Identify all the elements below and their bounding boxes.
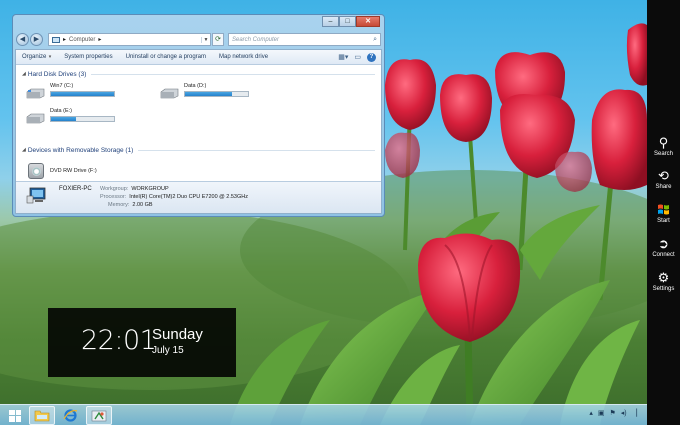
removable-storage-group-header[interactable]: ◢ Devices with Removable Storage (1) bbox=[22, 145, 381, 155]
workgroup-row: Workgroup: WORKGROUP bbox=[100, 186, 169, 192]
search-icon: ⚲ bbox=[658, 135, 669, 150]
taskbar-control-panel[interactable] bbox=[86, 406, 112, 425]
charm-connect[interactable]: ➲ Connect bbox=[647, 235, 680, 265]
forward-button[interactable]: ▶ bbox=[30, 33, 43, 46]
arrow-left-icon: ◀ bbox=[19, 36, 26, 43]
collapse-triangle-icon[interactable]: ◢ bbox=[22, 147, 26, 153]
drive-label: Data (D:) bbox=[184, 83, 207, 89]
breadcrumb-computer[interactable]: Computer bbox=[69, 37, 95, 43]
internet-explorer-icon bbox=[62, 409, 77, 422]
computer-icon bbox=[52, 36, 60, 43]
pc-name: FOXIER-PC bbox=[59, 186, 92, 192]
charm-start[interactable]: Start bbox=[647, 201, 680, 231]
breadcrumb-arrow-icon[interactable]: ▸ bbox=[98, 36, 101, 43]
back-button[interactable]: ◀ bbox=[16, 33, 29, 46]
drive-label: Win7 (C:) bbox=[50, 83, 74, 89]
drive-usage-bar bbox=[50, 91, 115, 97]
preview-pane-icon[interactable]: ▭ bbox=[354, 53, 361, 61]
connect-icon: ➲ bbox=[658, 236, 669, 251]
clock-date: July 15 bbox=[152, 345, 184, 356]
details-pane: FOXIER-PC Workgroup: WORKGROUP Processor:… bbox=[16, 181, 381, 213]
uninstall-program-button[interactable]: Uninstall or change a program bbox=[126, 54, 206, 60]
control-panel-icon bbox=[91, 410, 107, 421]
drive-usage-bar bbox=[184, 91, 249, 97]
drive-label: Data (E:) bbox=[50, 108, 73, 114]
taskbar: ▴ ▣ ⚑ ◂) ▕ bbox=[0, 404, 647, 425]
collapse-triangle-icon[interactable]: ◢ bbox=[22, 71, 26, 77]
network-icon[interactable]: ▣ bbox=[598, 409, 605, 417]
charm-label: Search bbox=[653, 151, 673, 157]
refresh-icon: ⟳ bbox=[215, 36, 221, 43]
view-controls: ▦▾ ▭ ? bbox=[332, 52, 381, 62]
explorer-content: Organize ▾ System properties Uninstall o… bbox=[15, 49, 382, 214]
drive-usage-fill bbox=[185, 92, 233, 96]
map-network-drive-button[interactable]: Map network drive bbox=[219, 54, 268, 60]
change-view-icon[interactable]: ▦▾ bbox=[338, 53, 348, 61]
refresh-button[interactable]: ⟳ bbox=[212, 33, 224, 46]
charm-share[interactable]: ⟲ Share bbox=[647, 167, 680, 197]
folder-icon bbox=[34, 410, 50, 422]
maximize-button[interactable]: □ bbox=[339, 16, 356, 27]
search-placeholder: Search Computer bbox=[232, 36, 280, 43]
navigation-bar: ◀ ▶ ▸ Computer ▸ ▼ ⟳ Search Computer ⌕ bbox=[16, 32, 381, 47]
help-icon[interactable]: ? bbox=[367, 52, 376, 62]
charm-search[interactable]: ⚲ Search bbox=[647, 134, 680, 164]
address-bar[interactable]: ▸ Computer ▸ ▼ bbox=[48, 33, 211, 46]
system-properties-button[interactable]: System properties bbox=[64, 54, 112, 60]
close-button[interactable]: ✕ bbox=[356, 16, 380, 27]
dvd-drive-icon bbox=[28, 163, 44, 179]
charm-label: Connect bbox=[652, 252, 675, 258]
clock-day: Sunday bbox=[152, 326, 203, 343]
search-input[interactable]: Search Computer ⌕ bbox=[228, 33, 381, 46]
search-icon: ⌕ bbox=[373, 35, 377, 43]
charm-label: Settings bbox=[652, 286, 675, 292]
memory-row: Memory: 2.00 GB bbox=[108, 202, 153, 208]
computer-monitor-icon bbox=[26, 187, 46, 204]
drive-e[interactable]: Data (E:) bbox=[26, 108, 136, 130]
explorer-window: – □ ✕ ◀ ▶ ▸ Computer ▸ ▼ ⟳ Search Comput… bbox=[12, 14, 385, 217]
charm-label: Start bbox=[657, 218, 670, 224]
drive-c[interactable]: Win7 (C:) bbox=[26, 83, 136, 105]
drive-d[interactable]: Data (D:) bbox=[160, 83, 270, 105]
windows-drive-icon bbox=[26, 88, 45, 99]
breadcrumb-arrow-icon[interactable]: ▸ bbox=[63, 36, 66, 43]
gear-icon: ⚙ bbox=[657, 270, 670, 285]
window-caption-buttons: – □ ✕ bbox=[322, 16, 380, 27]
taskbar-internet-explorer[interactable] bbox=[57, 406, 83, 425]
start-button[interactable] bbox=[2, 406, 28, 425]
processor-row: Processor: Intel(R) Core(TM)2 Duo CPU E72… bbox=[100, 194, 248, 200]
dvd-drive-label: DVD RW Drive (F:) bbox=[50, 168, 97, 174]
flag-icon[interactable]: ⚑ bbox=[609, 409, 615, 417]
system-tray: ▴ ▣ ⚑ ◂) ▕ bbox=[584, 409, 637, 417]
dropdown-arrow-icon: ▾ bbox=[47, 54, 52, 60]
drive-usage-fill bbox=[51, 117, 77, 121]
drive-usage-fill bbox=[51, 92, 114, 96]
hard-disk-group-header[interactable]: ◢ Hard Disk Drives (3) bbox=[22, 69, 381, 79]
hard-drive-icon bbox=[26, 113, 45, 124]
minimize-button[interactable]: – bbox=[322, 16, 339, 27]
arrow-right-icon: ▶ bbox=[33, 36, 40, 43]
date-time-overlay: 22:01 Sunday July 15 bbox=[48, 308, 236, 377]
charms-bar: ⚲ Search ⟲ Share Start ➲ Connect ⚙ Setti… bbox=[647, 0, 680, 425]
address-dropdown-icon[interactable]: ▼ bbox=[201, 36, 210, 43]
drive-usage-bar bbox=[50, 116, 115, 122]
command-bar: Organize ▾ System properties Uninstall o… bbox=[16, 50, 381, 65]
charm-label: Share bbox=[655, 184, 672, 190]
hard-drive-icon bbox=[160, 88, 179, 99]
windows-flag-icon bbox=[658, 204, 669, 215]
charm-settings[interactable]: ⚙ Settings bbox=[647, 269, 680, 299]
organize-button[interactable]: Organize ▾ bbox=[22, 54, 51, 60]
clock-time: 22:01 bbox=[81, 325, 157, 356]
show-hidden-icons-icon[interactable]: ▴ bbox=[589, 409, 593, 417]
dvd-drive[interactable]: DVD RW Drive (F:) bbox=[28, 163, 97, 179]
windows-logo-icon bbox=[9, 409, 21, 422]
share-icon: ⟲ bbox=[658, 168, 669, 183]
taskbar-file-explorer[interactable] bbox=[29, 406, 55, 425]
show-desktop-button[interactable]: ▕ bbox=[632, 409, 637, 417]
windows-logo-icon bbox=[647, 201, 680, 218]
volume-icon[interactable]: ◂) bbox=[621, 409, 627, 417]
